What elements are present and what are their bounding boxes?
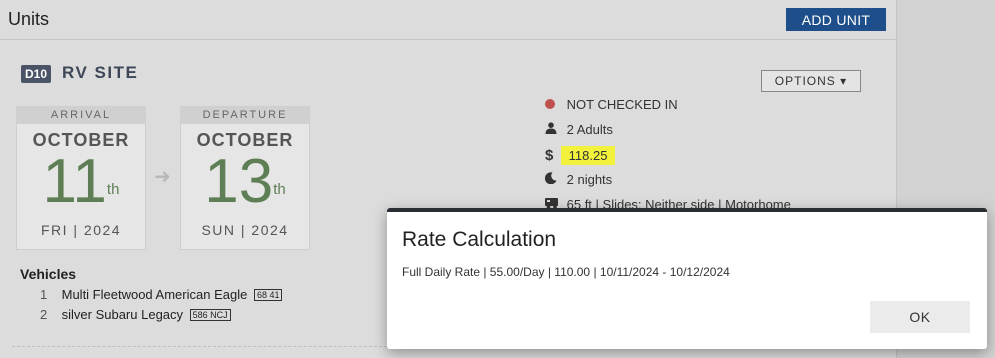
dialog-title: Rate Calculation	[402, 228, 557, 251]
vehicle-description: silver Subaru Legacy	[61, 307, 184, 322]
status-dot-icon	[545, 99, 555, 109]
guests-text: 2 Adults	[566, 122, 613, 137]
arrival-day-suffix: th	[106, 181, 120, 198]
arrival-day: 11th	[17, 147, 145, 217]
departure-day: 13th	[181, 147, 309, 217]
departure-card: DEPARTURE OCTOBER 13th SUN | 2024	[180, 106, 310, 250]
departure-label: DEPARTURE	[181, 107, 309, 124]
units-header: Units ADD UNIT	[0, 0, 897, 40]
rate-value[interactable]: 118.25	[560, 146, 616, 165]
vehicle-number: 1	[40, 287, 48, 302]
site-type-title: RV SITE	[62, 63, 139, 82]
options-button[interactable]: OPTIONS ▾	[761, 70, 861, 92]
license-plate: 68 41	[253, 289, 283, 301]
vehicle-description: Multi Fleetwood American Eagle	[61, 287, 248, 302]
person-icon	[545, 122, 563, 137]
ok-button[interactable]: OK	[870, 301, 970, 333]
guests-row: 2 Adults	[545, 122, 613, 137]
arrival-label: ARRIVAL	[17, 107, 145, 124]
rate-calculation-dialog: Rate Calculation Full Daily Rate | 55.00…	[387, 208, 987, 349]
vehicle-item: 2 silver Subaru Legacy 586 NCJ	[40, 307, 231, 322]
rate-row[interactable]: $ 118.25	[545, 146, 616, 165]
arrow-right-icon: ➜	[154, 166, 171, 188]
vehicle-item: 1 Multi Fleetwood American Eagle 68 41	[40, 287, 283, 302]
nights-row: 2 nights	[544, 172, 613, 187]
arrival-card: ARRIVAL OCTOBER 11th FRI | 2024	[16, 106, 146, 250]
caret-down-icon: ▾	[840, 74, 848, 88]
page-title: Units	[8, 9, 50, 29]
license-plate: 586 NCJ	[189, 309, 231, 321]
vehicles-heading: Vehicles	[20, 266, 77, 282]
checkin-status: NOT CHECKED IN	[545, 97, 678, 112]
moon-icon	[544, 172, 563, 187]
section-divider	[12, 346, 387, 347]
nights-text: 2 nights	[566, 172, 613, 187]
site-code-badge: D10	[21, 65, 52, 83]
add-unit-button[interactable]: ADD UNIT	[786, 8, 886, 31]
checkin-status-text: NOT CHECKED IN	[566, 97, 678, 112]
dialog-rate-details: Full Daily Rate | 55.00/Day | 110.00 | 1…	[402, 265, 730, 279]
arrival-day-number: 11	[42, 147, 107, 216]
options-label: OPTIONS	[774, 74, 836, 88]
departure-day-number: 13	[204, 147, 274, 216]
arrival-weekday-year: FRI | 2024	[40, 222, 122, 238]
departure-weekday-year: SUN | 2024	[201, 222, 289, 238]
vehicle-number: 2	[40, 307, 48, 322]
departure-day-suffix: th	[273, 181, 286, 198]
